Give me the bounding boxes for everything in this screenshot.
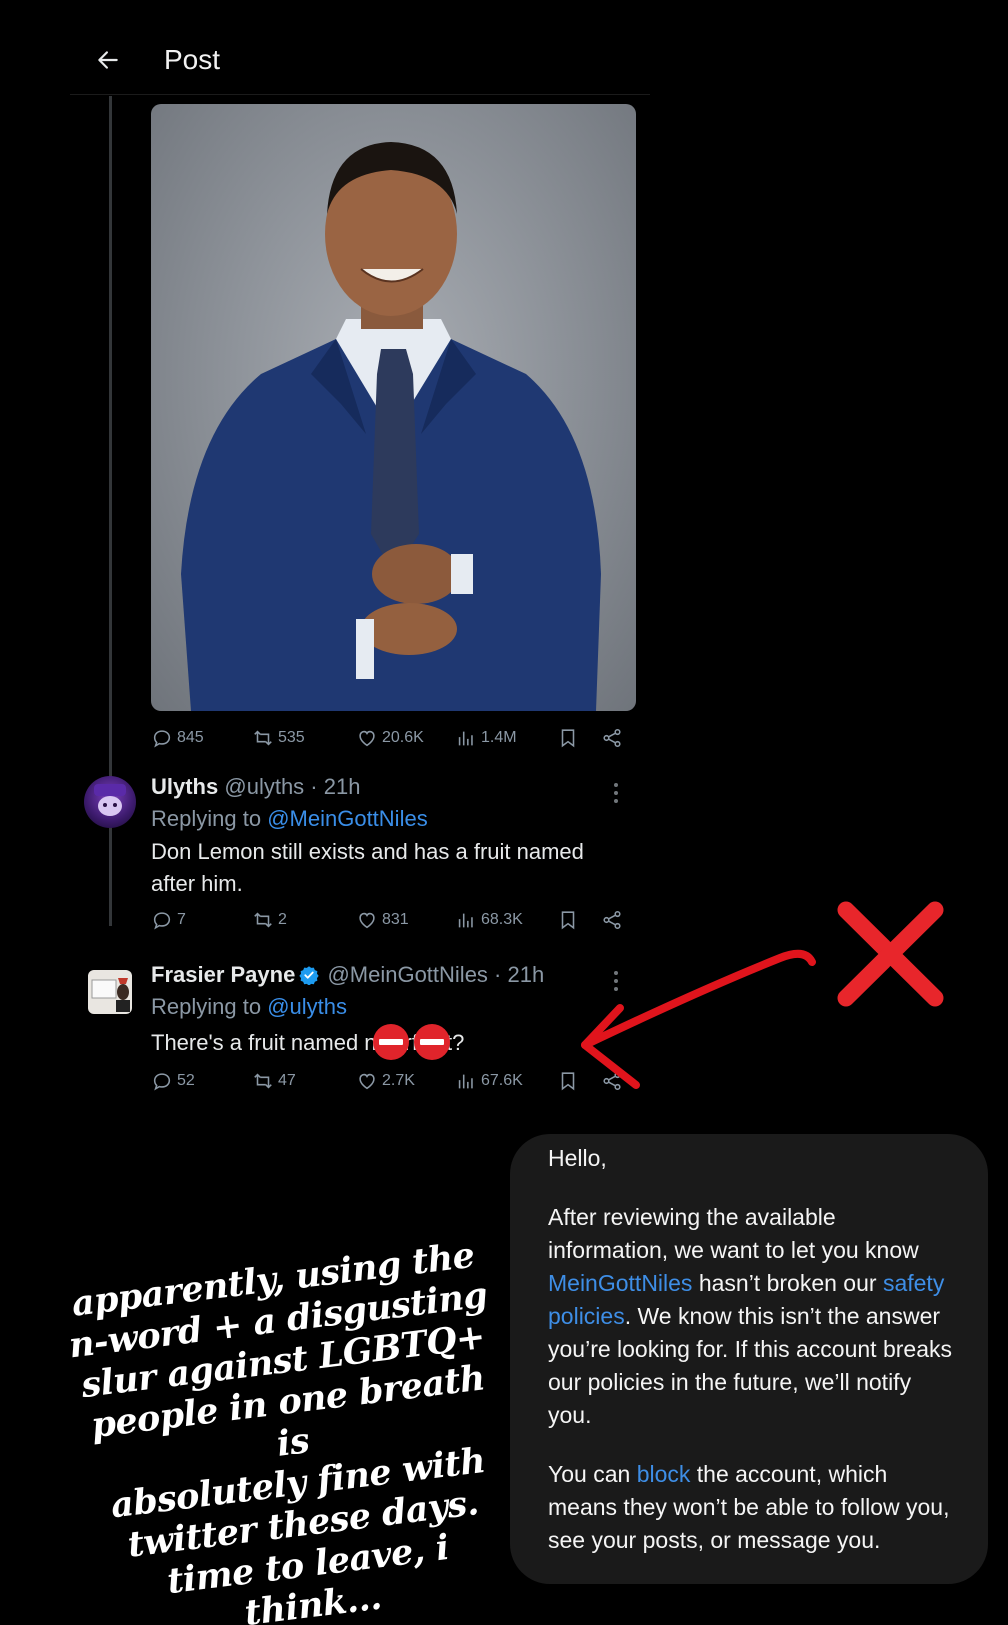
back-button[interactable] bbox=[88, 40, 128, 80]
reply-button[interactable]: 52 bbox=[151, 1070, 195, 1092]
reply-count: 52 bbox=[177, 1072, 195, 1089]
like-count: 2.7K bbox=[382, 1072, 415, 1089]
replying-to-handle-link[interactable]: @MeinGottNiles bbox=[267, 806, 428, 831]
portrait-illustration bbox=[181, 142, 601, 711]
reply1-action-bar: 7 2 831 68.3K bbox=[151, 906, 636, 934]
back-arrow-icon bbox=[98, 51, 118, 69]
message-greeting: Hello, bbox=[548, 1145, 607, 1171]
message-text: You can bbox=[548, 1461, 637, 1487]
views-icon bbox=[458, 731, 473, 746]
reply-icon bbox=[153, 730, 171, 748]
more-options-button[interactable] bbox=[606, 966, 626, 996]
page-title: Post bbox=[164, 44, 221, 75]
repost-icon bbox=[254, 730, 272, 746]
share-button[interactable] bbox=[601, 909, 623, 931]
like-icon bbox=[359, 912, 375, 929]
top-bar: Post bbox=[0, 0, 660, 96]
bookmark-button[interactable] bbox=[557, 909, 579, 931]
views-count: 68.3K bbox=[481, 911, 523, 928]
reply-icon bbox=[153, 912, 171, 930]
handle-and-time: @ulyths · 21h bbox=[224, 774, 361, 799]
like-count: 20.6K bbox=[382, 729, 424, 746]
report-response-message: Hello, After reviewing the available inf… bbox=[510, 1134, 988, 1584]
display-name[interactable]: Ulyths bbox=[151, 774, 218, 799]
avatar[interactable] bbox=[84, 776, 136, 828]
account-link[interactable]: MeinGottNiles bbox=[548, 1270, 692, 1296]
like-button[interactable]: 831 bbox=[356, 909, 409, 931]
bookmark-button[interactable] bbox=[557, 1070, 579, 1092]
reply2-action-bar: 52 47 2.7K 67.6K bbox=[151, 1067, 636, 1095]
reply-count: 7 bbox=[177, 911, 186, 928]
header-divider bbox=[70, 94, 650, 95]
repost-count: 2 bbox=[278, 911, 287, 928]
tweet-text-part: There's a fruit named n bbox=[151, 1029, 377, 1055]
more-options-button[interactable] bbox=[606, 778, 626, 808]
message-paragraph: After reviewing the available informatio… bbox=[548, 1201, 960, 1432]
reply-button[interactable]: 845 bbox=[151, 727, 204, 749]
verified-icon bbox=[299, 966, 319, 985]
reply-button[interactable]: 7 bbox=[151, 909, 186, 931]
no-entry-emoji bbox=[414, 1024, 450, 1060]
reply-icon bbox=[153, 1073, 171, 1091]
views-button[interactable]: 68.3K bbox=[455, 909, 523, 931]
replying-to: Replying to @ulyths bbox=[151, 994, 347, 1020]
bookmark-button[interactable] bbox=[557, 727, 579, 749]
repost-button[interactable]: 47 bbox=[252, 1070, 296, 1092]
views-count: 1.4M bbox=[481, 729, 517, 746]
views-button[interactable]: 67.6K bbox=[455, 1070, 523, 1092]
views-count: 67.6K bbox=[481, 1072, 523, 1089]
like-icon bbox=[359, 1073, 375, 1090]
avatar-illustration bbox=[91, 978, 130, 1012]
views-button[interactable]: 1.4M bbox=[455, 727, 517, 749]
avatar[interactable] bbox=[88, 970, 132, 1014]
display-name[interactable]: Frasier Payne bbox=[151, 962, 295, 987]
share-icon bbox=[603, 1071, 621, 1091]
bookmark-icon bbox=[561, 911, 575, 930]
block-link[interactable]: block bbox=[637, 1461, 691, 1487]
repost-icon bbox=[254, 912, 272, 928]
message-paragraph: You can block the account, which means t… bbox=[548, 1458, 960, 1557]
replying-to: Replying to @MeinGottNiles bbox=[151, 806, 428, 832]
reply-tweet-frasier-payne[interactable]: Frasier Payne @MeinGottNiles · 21h Reply… bbox=[84, 962, 644, 1072]
bookmark-icon bbox=[561, 1072, 575, 1091]
tweet-text: Don Lemon still exists and has a fruit n… bbox=[151, 836, 631, 900]
repost-count: 535 bbox=[278, 729, 305, 746]
tweet-text: There's a fruit named n rf t? bbox=[151, 1024, 631, 1064]
like-count: 831 bbox=[382, 911, 409, 928]
replying-to-label: Replying to bbox=[151, 994, 262, 1019]
like-icon bbox=[359, 730, 375, 747]
annotation-caption: apparently, using the n-word + a disgust… bbox=[57, 1233, 529, 1625]
share-icon bbox=[603, 910, 621, 930]
replying-to-handle-link[interactable]: @ulyths bbox=[267, 994, 347, 1019]
like-button[interactable]: 20.6K bbox=[356, 727, 424, 749]
repost-icon bbox=[254, 1073, 272, 1089]
tweet-text-line: Don Lemon still exists and has a fruit n… bbox=[151, 839, 584, 864]
post-photo[interactable] bbox=[151, 104, 636, 711]
repost-button[interactable]: 535 bbox=[252, 727, 305, 749]
views-icon bbox=[458, 913, 473, 928]
red-x-mark bbox=[837, 901, 944, 1007]
views-icon bbox=[458, 1074, 473, 1089]
tweet-text-line: after him. bbox=[151, 871, 243, 896]
repost-button[interactable]: 2 bbox=[252, 909, 287, 931]
message-text: hasn’t broken our bbox=[692, 1270, 883, 1296]
avatar-illustration bbox=[94, 784, 126, 816]
bookmark-icon bbox=[561, 729, 575, 748]
handle-and-time: @MeinGottNiles · 21h bbox=[327, 962, 545, 987]
repost-count: 47 bbox=[278, 1072, 296, 1089]
share-icon bbox=[603, 728, 621, 748]
reply-count: 845 bbox=[177, 729, 204, 746]
replying-to-label: Replying to bbox=[151, 806, 262, 831]
like-button[interactable]: 2.7K bbox=[356, 1070, 415, 1092]
post-action-bar: 845 535 20.6K 1.4M bbox=[151, 724, 636, 752]
message-text: After reviewing the available informatio… bbox=[548, 1204, 919, 1263]
no-entry-emoji bbox=[372, 1024, 409, 1060]
share-button[interactable] bbox=[601, 727, 623, 749]
share-button[interactable] bbox=[601, 1070, 623, 1092]
